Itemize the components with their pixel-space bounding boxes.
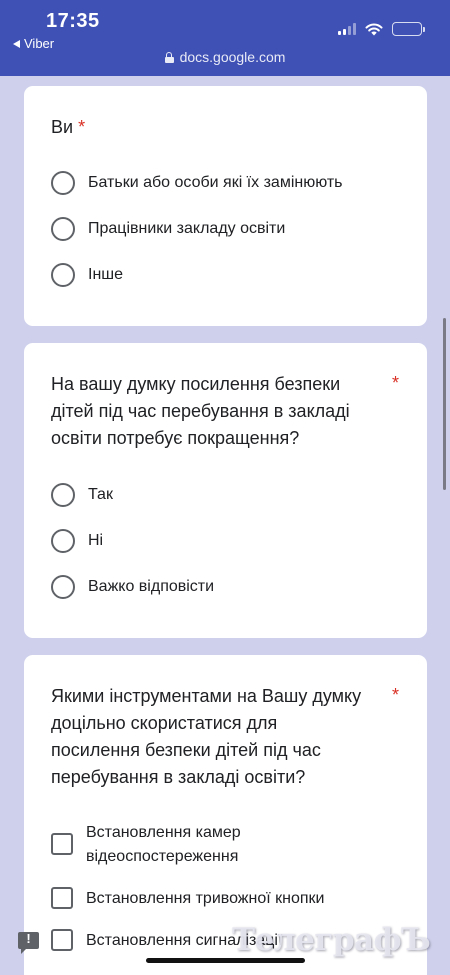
checkbox[interactable] <box>51 887 73 909</box>
option-label: Інше <box>88 266 124 283</box>
radio-option[interactable]: Інше <box>51 263 123 287</box>
feedback-icon[interactable]: ! <box>18 931 39 954</box>
url-text: docs.google.com <box>179 49 286 65</box>
question-card-2: На вашу думку посилення безпеки дітей пі… <box>24 343 427 638</box>
radio-option[interactable]: Так <box>51 483 113 507</box>
back-arrow-icon <box>13 39 20 48</box>
question-card-1: Ви * Батьки або особи які їх замінюють П… <box>24 86 427 326</box>
radio-option[interactable]: Батьки або особи які їх замінюють <box>51 171 343 195</box>
radio-button[interactable] <box>51 575 75 599</box>
radio-option[interactable]: Важко відповісти <box>51 575 214 599</box>
status-bar: 17:35 Viber docs.google.com <box>0 0 450 76</box>
option-label: Важко відповісти <box>88 578 215 595</box>
radio-button[interactable] <box>51 483 75 507</box>
radio-option[interactable]: Працівники закладу освіти <box>51 217 285 241</box>
option-label: Батьки або особи які їх замінюють <box>88 174 343 191</box>
required-marker: * <box>78 117 86 137</box>
radio-button[interactable] <box>51 529 75 553</box>
wifi-icon <box>365 23 383 35</box>
watermark-logo: ТелеграфЪ <box>232 922 431 958</box>
checkbox[interactable] <box>51 833 73 855</box>
lock-icon <box>164 51 174 63</box>
checkbox-option[interactable]: Встановлення тривожної кнопки <box>51 887 324 911</box>
option-label: Встановлення камер відеоспостереження <box>86 824 241 865</box>
address-bar[interactable]: docs.google.com <box>0 49 450 65</box>
required-marker: * <box>391 685 399 705</box>
home-indicator[interactable] <box>146 958 305 963</box>
checkbox-option[interactable]: Встановлення камер відеоспостереження <box>51 821 241 869</box>
question-title: Якими інструментами на Вашу думку доціль… <box>51 686 362 787</box>
question-title: На вашу думку посилення безпеки дітей пі… <box>51 374 350 448</box>
question-title: Ви * <box>51 117 86 137</box>
radio-button[interactable] <box>51 263 75 287</box>
option-label: Ні <box>88 532 104 549</box>
signal-icon <box>338 23 356 35</box>
radio-button[interactable] <box>51 217 75 241</box>
required-marker: * <box>391 373 399 393</box>
battery-icon <box>392 22 425 36</box>
scrollbar[interactable] <box>443 318 446 490</box>
checkbox[interactable] <box>51 929 73 951</box>
option-label: Встановлення тривожної кнопки <box>86 890 325 907</box>
radio-option[interactable]: Ні <box>51 529 103 553</box>
system-icons <box>338 22 425 36</box>
radio-button[interactable] <box>51 171 75 195</box>
clock: 17:35 <box>46 10 100 32</box>
option-label: Працівники закладу освіти <box>88 220 286 237</box>
option-label: Так <box>88 486 113 503</box>
